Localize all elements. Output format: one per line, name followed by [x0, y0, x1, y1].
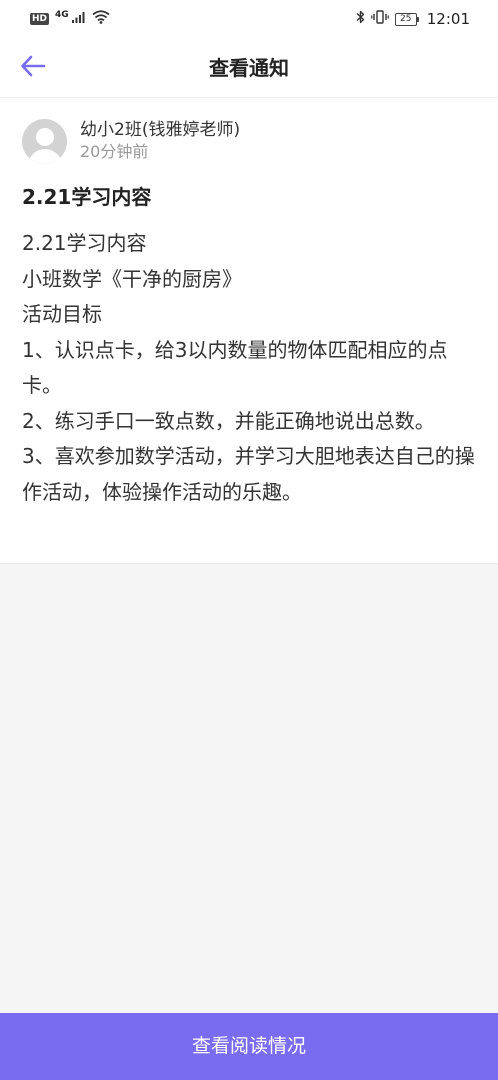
bluetooth-icon [356, 10, 365, 28]
nav-bar: 查看通知 [0, 38, 498, 98]
notice-line: 2.21学习内容 [22, 231, 147, 255]
view-read-status-button[interactable]: 查看阅读情况 [0, 1013, 498, 1080]
notice-body: 2.21学习内容 小班数学《干净的厨房》 活动目标 1、认识点卡，给3以内数量的… [22, 226, 480, 510]
notice-line: 活动目标 [22, 302, 102, 326]
hd-badge: HD [30, 13, 50, 25]
clock: 12:01 [426, 10, 470, 28]
arrow-left-icon [19, 54, 47, 82]
back-button[interactable] [16, 52, 50, 84]
battery-level: 25 [394, 12, 417, 26]
status-left: HD 4G [30, 10, 110, 28]
status-right: 25 12:01 [356, 10, 470, 28]
wifi-icon [92, 10, 110, 28]
author-meta: 幼小2班(钱雅婷老师) 20分钟前 [80, 119, 240, 163]
notice-card: 幼小2班(钱雅婷老师) 20分钟前 2.21学习内容 2.21学习内容 小班数学… [0, 98, 498, 564]
post-time: 20分钟前 [80, 142, 149, 161]
default-avatar-icon [22, 118, 67, 164]
signal-icon [71, 11, 86, 27]
notice-line: 小班数学《干净的厨房》 [22, 266, 242, 291]
notice-title: 2.21学习内容 [22, 185, 152, 209]
vibrate-icon [370, 10, 389, 28]
notice-line: 2、练习手口一致点数，并能正确地说出总数。 [22, 408, 435, 433]
author-row: 幼小2班(钱雅婷老师) 20分钟前 [22, 118, 240, 164]
notice-line: 3、喜欢参加数学活动，并学习大胆地表达自己的操作活动，体验操作活动的乐趣。 [22, 444, 475, 504]
network-type: 4G [55, 10, 69, 20]
page-title: 查看通知 [209, 56, 289, 80]
author-name: 幼小2班(钱雅婷老师) [80, 120, 241, 140]
notice-line: 1、认识点卡，给3以内数量的物体匹配相应的点卡。 [22, 337, 448, 398]
battery-icon: 25 [394, 12, 419, 26]
status-bar: HD 4G 25 12:01 [0, 0, 498, 38]
